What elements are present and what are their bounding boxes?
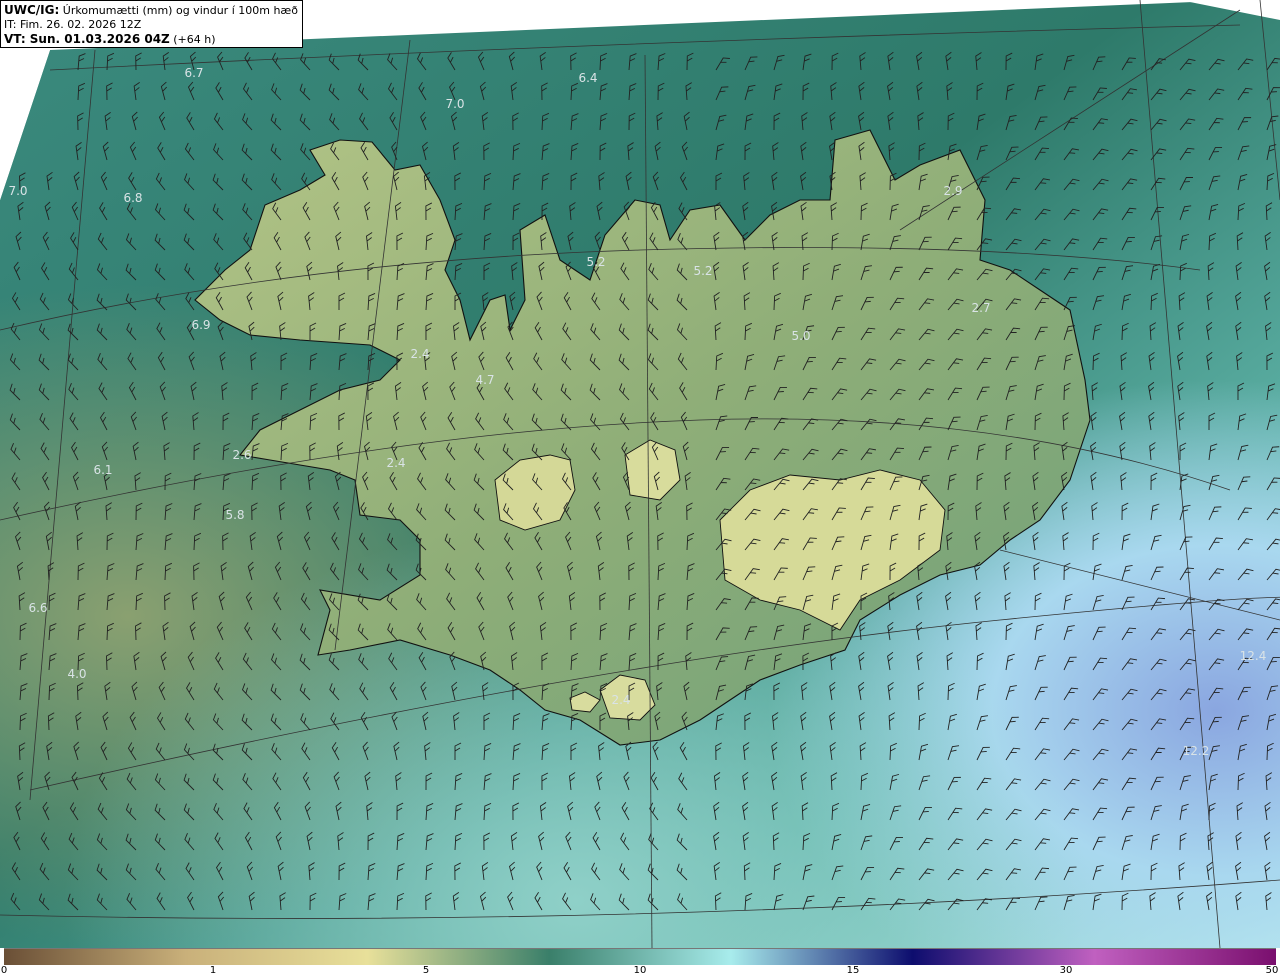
map-title: Úrkomumætti (mm) og vindur í 100m hæð [62,4,298,17]
valid-time: VT: Sun. 01.03.2026 04Z [4,32,170,46]
map-value-label: 2.9 [943,184,963,198]
map-value-label: 5.2 [693,264,713,278]
map-value-label: 7.0 [445,97,465,111]
map-value-label: 2.7 [971,301,991,315]
map-value-label: 6.9 [191,318,211,332]
map-info-box: UWC/IG: Úrkomumætti (mm) og vindur í 100… [0,0,303,48]
map-value-label: 2.4 [386,456,406,470]
map-value-label: 7.0 [8,184,28,198]
colorbar-tick-label: 1 [209,965,217,976]
map-value-label: 6.6 [28,601,48,615]
colorbar: 0 1 5 10 15 30 50 [0,948,1280,978]
colorbar-tick-label: 10 [633,965,647,976]
map-value-label: 4.7 [475,373,495,387]
colorbar-tick-label: 50 [1265,965,1279,976]
map-value-label: 6.1 [93,463,113,477]
map-value-label: 2.4 [410,347,430,361]
init-time: IT: Fim. 26. 02. 2026 12Z [4,18,142,31]
lead-time: (+64 h) [173,33,216,46]
colorbar-tick-label: 15 [846,965,860,976]
map-value-label: 2.6 [232,448,252,462]
map-value-label: 6.8 [123,191,143,205]
map-value-label: 2.4 [611,693,631,707]
colorbar-strip [4,948,1276,965]
map-value-label: 6.7 [184,66,204,80]
map-value-label: 4.0 [67,667,87,681]
map-value-label: 5.8 [225,508,245,522]
precipitation-wind-map [0,0,1280,948]
map-value-label: 12.2 [1182,744,1210,758]
model-name: UWC/IG: [4,3,60,17]
colorbar-tick-label: 5 [422,965,430,976]
map-value-label: 6.4 [578,71,598,85]
map-value-label: 5.2 [586,255,606,269]
map-value-label: 5.0 [791,329,811,343]
colorbar-tick-label: 30 [1059,965,1073,976]
colorbar-tick-label: 0 [0,965,8,976]
map-area: 6.7 7.0 6.4 7.0 6.8 2.9 5.2 5.2 2.7 6.9 5.0 2.4 4.7 2… [0,0,1280,948]
map-value-label: 12.4 [1239,649,1267,663]
